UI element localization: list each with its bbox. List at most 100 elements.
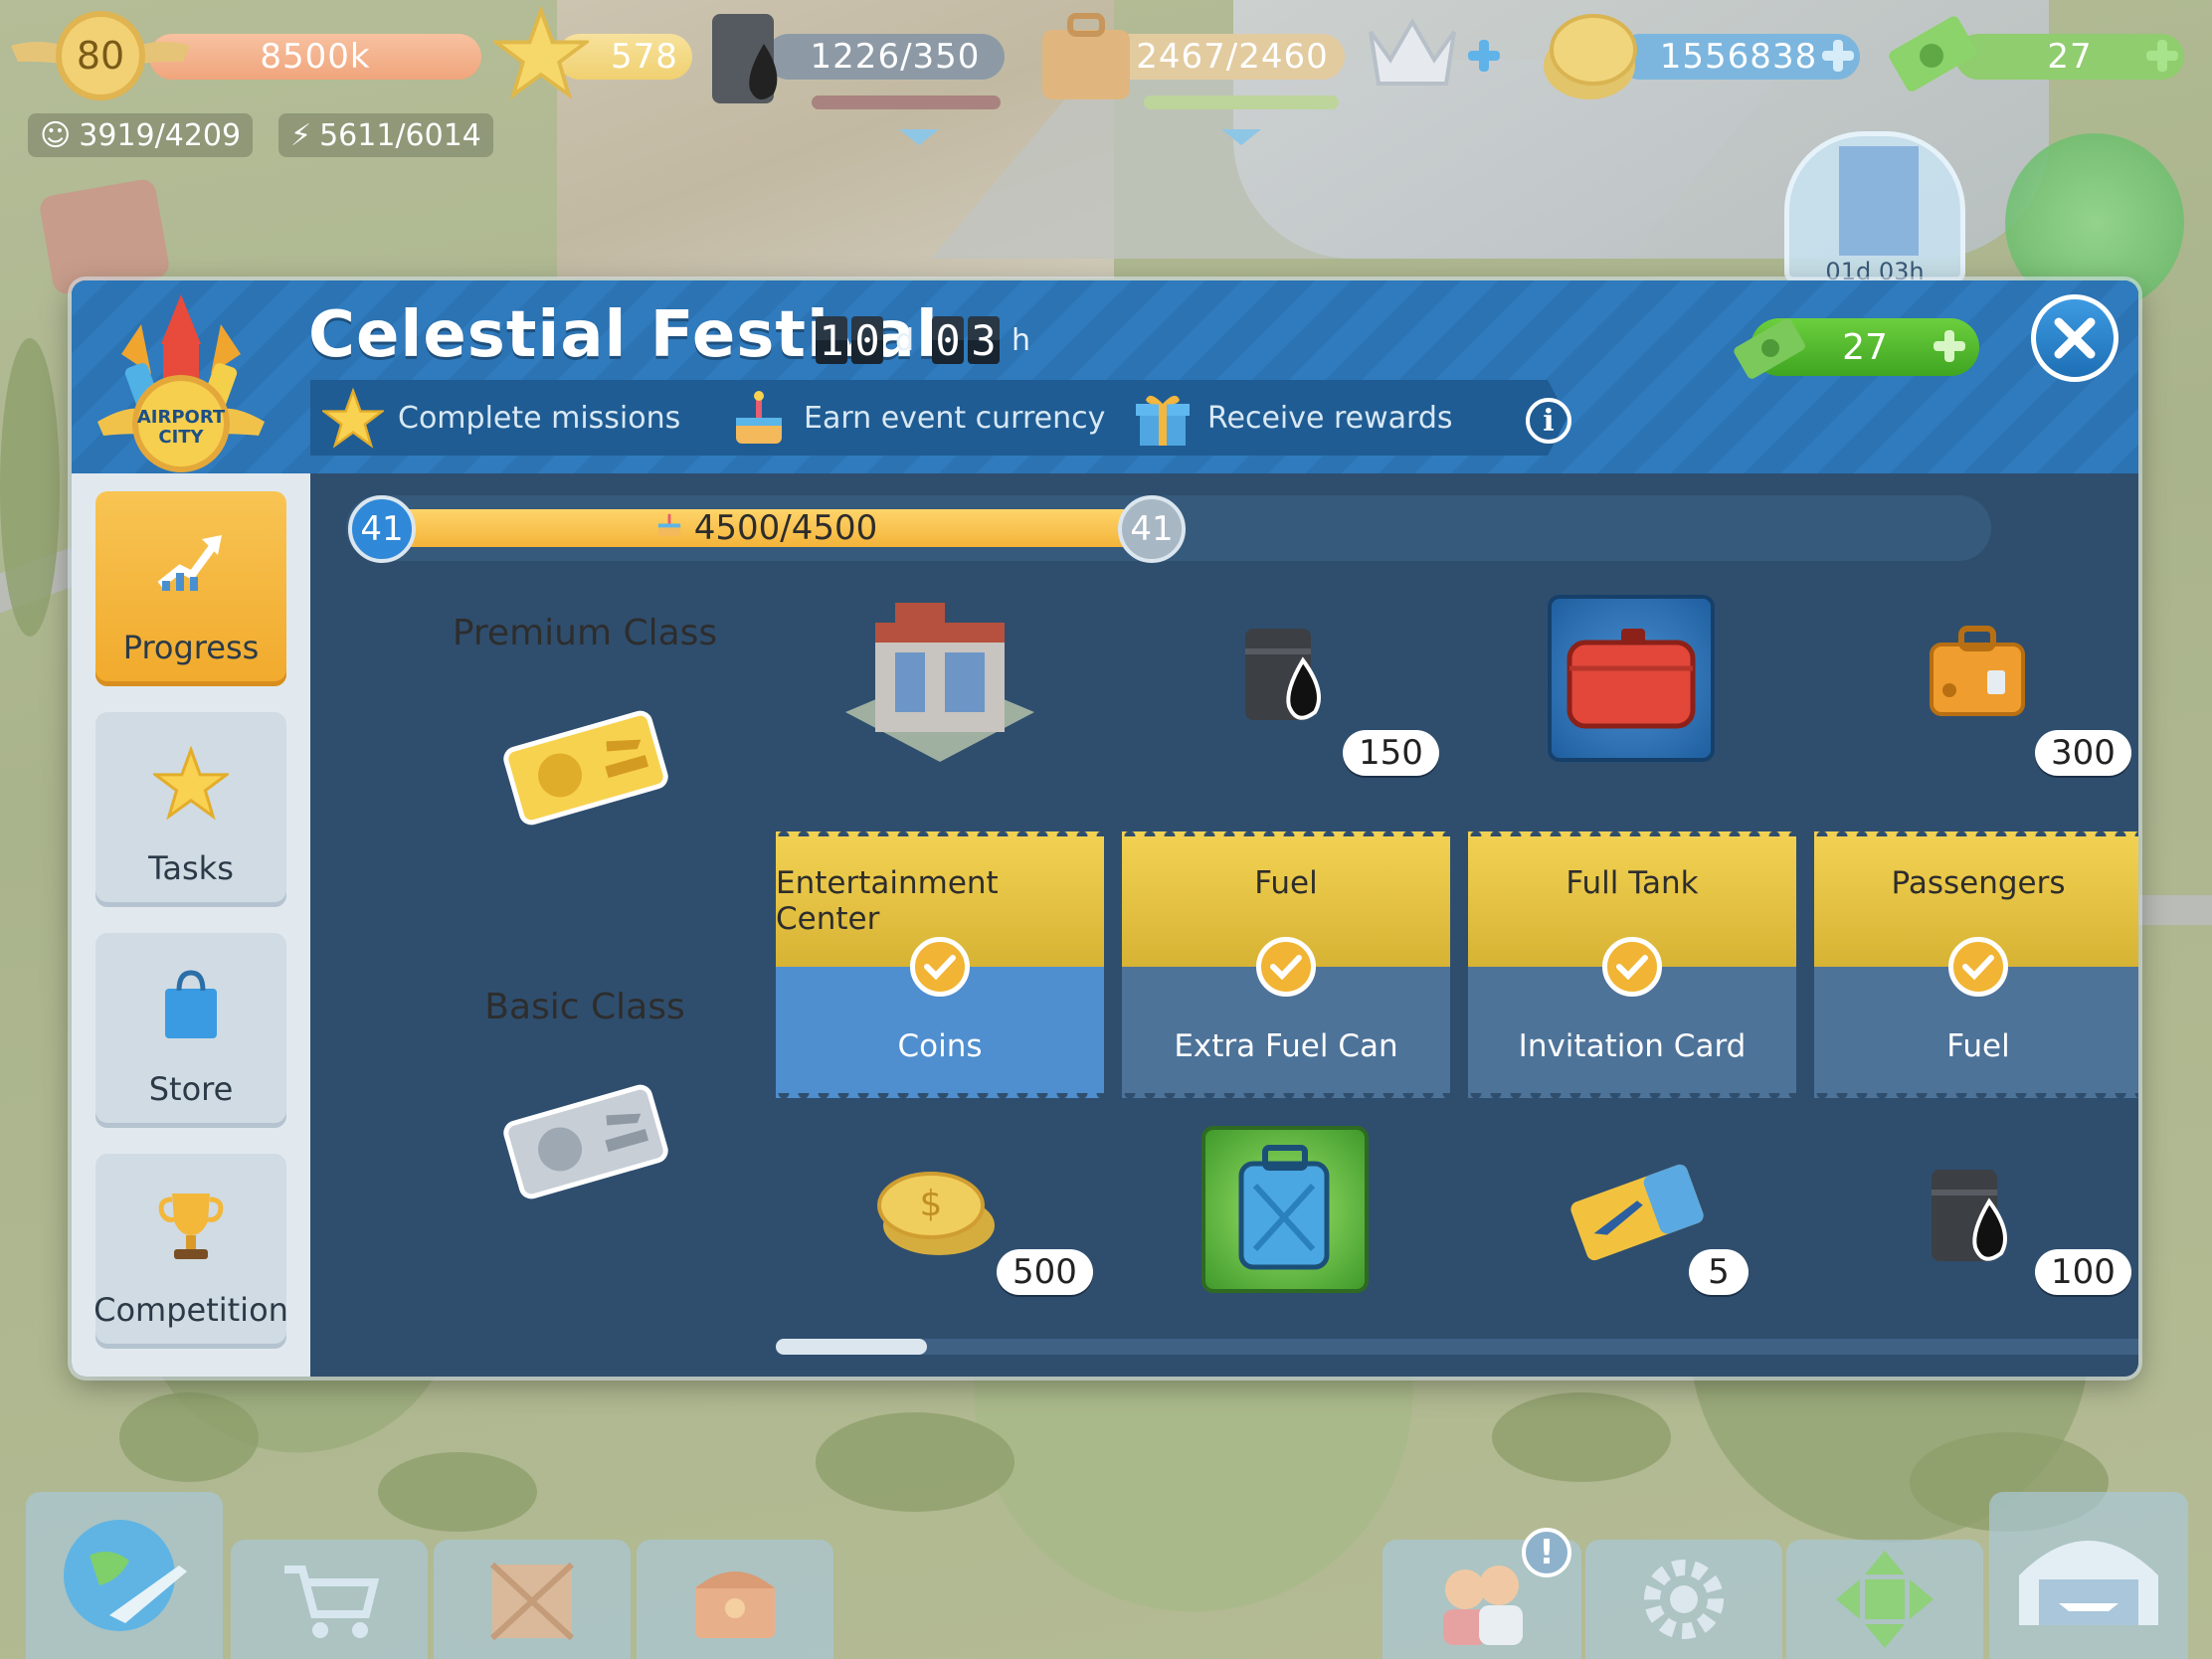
horizontal-scrollbar[interactable] <box>776 1339 2138 1355</box>
extra-fuel-can-icon <box>1201 1126 1369 1293</box>
coins-plus-button[interactable] <box>1820 38 1856 74</box>
tab-label: Progress <box>122 629 260 666</box>
logo-text: AIRPORT CITY <box>129 408 233 448</box>
tree-cluster <box>0 338 60 637</box>
logo-line-2: CITY <box>158 427 204 448</box>
premium-reward-label: Full Tank <box>1566 865 1699 901</box>
road <box>2138 895 2212 925</box>
reward-column: Entertainment Center Coins $ 500 <box>776 473 1104 1377</box>
population-value: 3919/4209 <box>79 117 242 153</box>
level-badge-left: 41 <box>348 495 416 563</box>
timer-hours-unit: h <box>1012 322 1031 358</box>
indicator-arrow <box>1221 129 1261 145</box>
airport-city-logo: AIRPORT CITY <box>92 284 271 473</box>
basic-reward-label: Extra Fuel Can <box>1174 1028 1398 1064</box>
reward-column: 150 Fuel Extra Fuel Can <box>1122 473 1450 1377</box>
power-value: 5611/6014 <box>319 117 481 153</box>
premium-ticket-icon <box>501 708 670 831</box>
lightning-icon: ⚡ <box>290 117 312 153</box>
entertainment-center-icon[interactable] <box>835 583 1044 776</box>
notebook-icon[interactable] <box>38 177 171 296</box>
level-wings-icon[interactable]: 80 <box>6 6 195 109</box>
hangar-button[interactable] <box>1989 1492 2188 1659</box>
basic-ticket-icon <box>501 1082 670 1205</box>
event-cash-value: 27 <box>1842 326 1888 368</box>
tree-cluster <box>119 1392 259 1482</box>
premium-reward-label: Entertainment Center <box>776 865 999 937</box>
level-left-value: 41 <box>360 509 404 549</box>
warehouse-button[interactable] <box>434 1540 631 1659</box>
crown-icon[interactable] <box>1363 12 1462 95</box>
logo-line-1: AIRPORT <box>136 407 226 428</box>
crown-plus-button[interactable] <box>1466 38 1502 74</box>
step-earn-currency: Earn event currency <box>716 380 1164 456</box>
coins-value: 1556838 <box>1659 37 1818 77</box>
qty-value: 150 <box>1359 733 1423 773</box>
step-label: Earn event currency <box>804 400 1106 436</box>
star-icon <box>490 5 592 105</box>
premium-reward-label: Passengers <box>1891 865 2066 901</box>
timer-digit: 0 <box>851 316 883 365</box>
event-sidebar: Progress Tasks Store Competition <box>72 473 310 1377</box>
tree-cluster <box>1492 1392 1671 1482</box>
tab-tasks[interactable]: Tasks <box>95 712 286 907</box>
gift-icon <box>1132 388 1194 450</box>
step-receive-rewards: Receive rewards <box>1120 380 1567 456</box>
star-icon <box>150 745 232 826</box>
basic-class-label: Basic Class <box>484 987 685 1027</box>
star-icon <box>322 388 384 450</box>
tab-label: Competition <box>93 1291 288 1329</box>
progress-arrow-icon <box>156 525 226 599</box>
building-bubble[interactable]: 01d 03h <box>1784 131 1965 285</box>
population-stat: ☺ 3919/4209 <box>28 113 254 157</box>
suitcase-icon <box>1926 621 2029 724</box>
cash-plus-button[interactable] <box>2144 38 2180 74</box>
cash-bills-icon <box>1880 8 1983 107</box>
scroll-thumb[interactable] <box>776 1339 927 1355</box>
coins-icon: $ <box>875 1160 999 1263</box>
capacity-value: 2467/2460 <box>1136 37 1329 77</box>
cash-value: 27 <box>2047 37 2093 77</box>
power-stat: ⚡ 5611/6014 <box>278 113 493 157</box>
building-icon <box>1839 146 1919 256</box>
tree-cluster <box>378 1452 537 1532</box>
shop-button[interactable] <box>231 1540 428 1659</box>
alert-icon: ! <box>1522 1528 1571 1577</box>
level-value: 80 <box>76 34 125 78</box>
move-button[interactable] <box>1786 1540 1983 1659</box>
timer-digit: 1 <box>816 316 847 365</box>
settings-button[interactable] <box>1585 1540 1782 1659</box>
qty-value: 300 <box>2051 733 2116 773</box>
step-label: Complete missions <box>398 400 681 436</box>
hangar-icon <box>2019 1541 2158 1625</box>
people-icon: ☺ <box>40 117 72 153</box>
basic-reward-label: Fuel <box>1946 1028 2010 1064</box>
info-button[interactable]: i <box>1526 398 1571 444</box>
cake-icon <box>728 388 790 450</box>
tab-store[interactable]: Store <box>95 933 286 1128</box>
friends-button[interactable]: ! <box>1382 1528 1581 1659</box>
shopping-cart-icon <box>284 1566 380 1638</box>
claimed-check-icon <box>1602 937 1662 997</box>
fuel-bar: 1226/350 <box>766 34 1005 80</box>
cash-plus-button[interactable] <box>1932 328 1967 364</box>
basic-class-card: Basic Class <box>424 961 746 1315</box>
timer-digit: 0 <box>932 316 965 365</box>
world-map-button[interactable] <box>26 1492 223 1659</box>
claimed-check-icon <box>1948 937 2008 997</box>
invitation-card-icon <box>1567 1158 1707 1271</box>
collections-button[interactable] <box>637 1540 833 1659</box>
suitcase-icon <box>1034 10 1138 109</box>
basic-reward-label: Invitation Card <box>1518 1028 1747 1064</box>
event-modal: AIRPORT CITY Celestial Festival 1 0 d 0 … <box>72 280 2138 1377</box>
premium-class-label: Premium Class <box>452 613 718 653</box>
step-label: Receive rewards <box>1207 400 1453 436</box>
close-button[interactable] <box>2031 294 2119 382</box>
tab-competition[interactable]: Competition <box>93 1154 288 1349</box>
full-tank-icon <box>1548 595 1715 762</box>
xp-value: 8500k <box>260 37 371 77</box>
tab-progress[interactable]: Progress <box>95 491 286 686</box>
cake-icon <box>654 508 684 548</box>
indicator-arrow <box>899 129 939 145</box>
crate-icon <box>489 1562 575 1641</box>
